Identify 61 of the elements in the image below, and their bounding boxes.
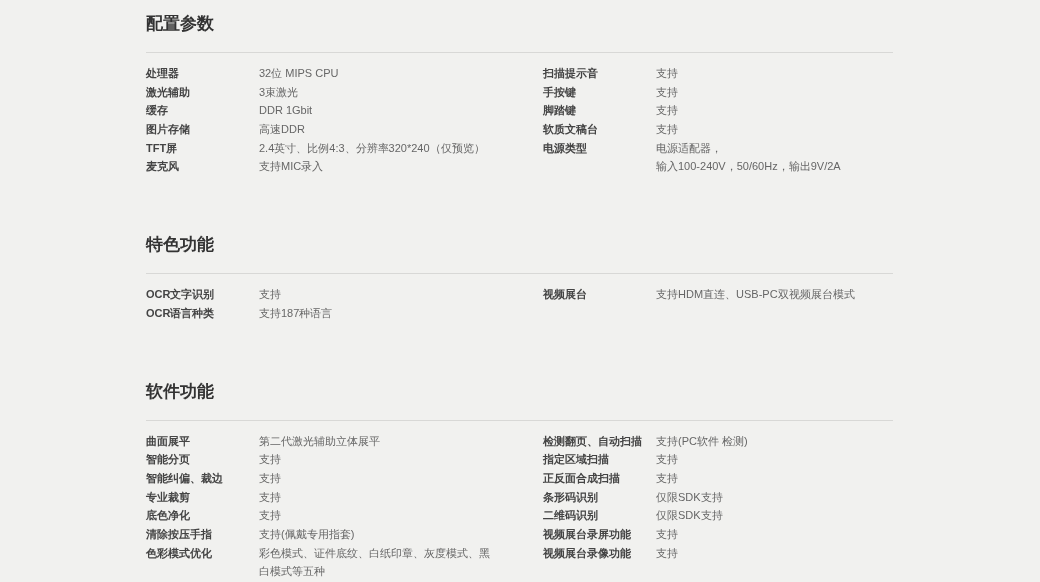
spec-label: 扫描提示音 (543, 67, 598, 79)
spec-label: 手按键 (543, 85, 576, 98)
spec-label: OCR语言种类 (146, 306, 215, 319)
spec-value: 3束激光 (259, 85, 299, 98)
spec-value: 第二代激光辅助立体展平 (259, 434, 380, 447)
spec-value: 仅限SDK支持 (656, 490, 723, 503)
section-title: 特色功能 (146, 234, 214, 257)
spec-label: 曲面展平 (146, 434, 190, 447)
spec-value: 支持 (656, 546, 678, 559)
spec-value: 支持 (259, 288, 281, 301)
spec-label: 麦克风 (146, 160, 179, 173)
spec-value: 支持(PC软件 检测) (656, 434, 748, 447)
spec-label: 正反面合成扫描 (543, 471, 620, 484)
spec-value: 支持MIC录入 (259, 160, 324, 173)
spec-value: 支持 (259, 509, 281, 522)
spec-label: 处理器 (146, 67, 179, 79)
spec-value: 彩色模式、证件底纹、白纸印章、灰度模式、黑 (259, 546, 490, 559)
spec-value: 支持HDM直连、USB-PC双视频展台模式 (656, 288, 855, 301)
spec-label: 视频展台 (543, 288, 587, 301)
spec-label: 二维码识别 (543, 509, 598, 522)
section-title: 配置参数 (146, 13, 214, 35)
spec-value: 支持 (259, 453, 281, 466)
spec-value: 支持187种语言 (259, 306, 333, 319)
spec-label: 缓存 (146, 104, 168, 117)
spec-label: 软质文稿台 (543, 123, 598, 136)
spec-value: 支持 (656, 67, 678, 79)
spec-label: 色彩模式优化 (146, 546, 212, 559)
spec-value: 支持 (656, 104, 678, 117)
spec-value: 支持 (656, 453, 678, 466)
spec-value: DDR 1Gbit (259, 104, 313, 117)
spec-value: 32位 MIPS CPU (259, 67, 339, 79)
spec-label: 检测翻页、自动扫描 (543, 434, 642, 447)
section-title: 软件功能 (146, 380, 214, 403)
spec-label: TFT屏 (146, 141, 178, 154)
spec-label: 条形码识别 (543, 490, 598, 503)
spec-value: 支持 (656, 123, 678, 136)
spec-value: 高速DDR (259, 123, 305, 136)
spec-label: 图片存储 (146, 123, 190, 136)
spec-label: 智能分页 (146, 453, 190, 466)
spec-label: 视频展台录像功能 (543, 546, 631, 559)
spec-label: 智能纠偏、裁边 (146, 471, 223, 484)
spec-value: 输入100-240V，50/60Hz，输出9V/2A (656, 160, 841, 173)
spec-value: 电源适配器， (656, 141, 722, 154)
spec-label: 激光辅助 (146, 85, 190, 98)
spec-label: 底色净化 (146, 509, 190, 522)
spec-label: 电源类型 (543, 141, 587, 154)
spec-label: 视频展台录屏功能 (543, 527, 631, 540)
spec-value: 支持(佩戴专用指套) (259, 527, 355, 540)
spec-value: 支持 (259, 490, 281, 503)
spec-label: OCR文字识别 (146, 288, 215, 301)
spec-label: 专业裁剪 (146, 490, 190, 503)
spec-label: 脚踏键 (543, 104, 576, 117)
spec-value: 白模式等五种 (259, 565, 325, 578)
spec-label: 指定区域扫描 (543, 453, 609, 466)
spec-value: 支持 (656, 527, 678, 540)
spec-value: 2.4英寸、比例4:3、分辨率320*240（仅预览） (259, 141, 485, 154)
spec-value: 支持 (656, 85, 678, 98)
spec-value: 支持 (656, 471, 678, 484)
spec-value: 支持 (259, 471, 281, 484)
spec-label: 清除按压手指 (146, 527, 212, 540)
spec-value: 仅限SDK支持 (656, 509, 723, 522)
